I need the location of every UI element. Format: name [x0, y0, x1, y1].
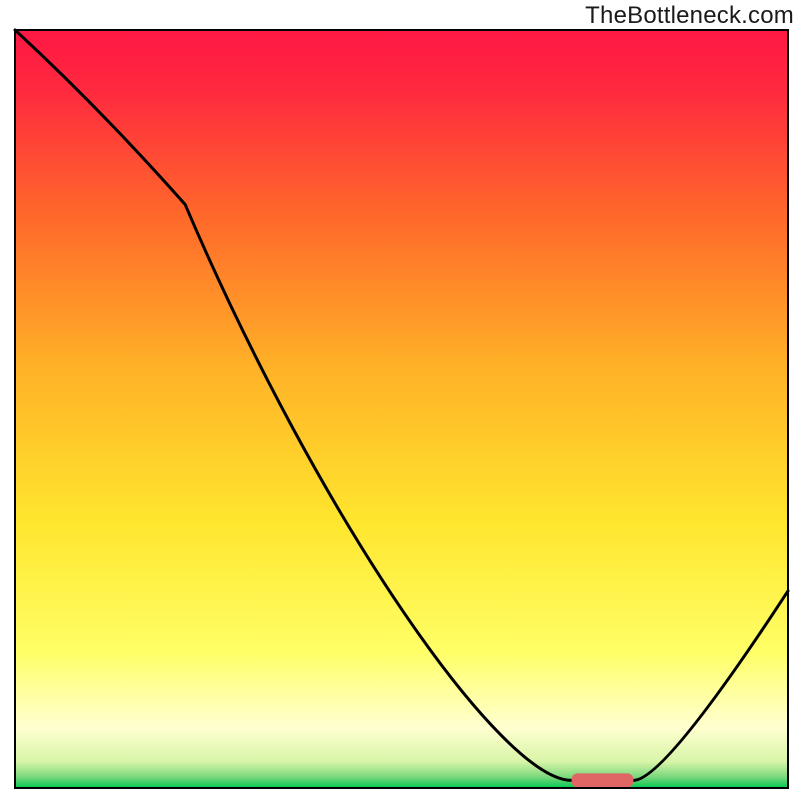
chart-svg: [0, 0, 800, 800]
bottleneck-chart: TheBottleneck.com: [0, 0, 800, 800]
optimal-marker: [572, 773, 634, 787]
watermark-text: TheBottleneck.com: [585, 2, 794, 30]
